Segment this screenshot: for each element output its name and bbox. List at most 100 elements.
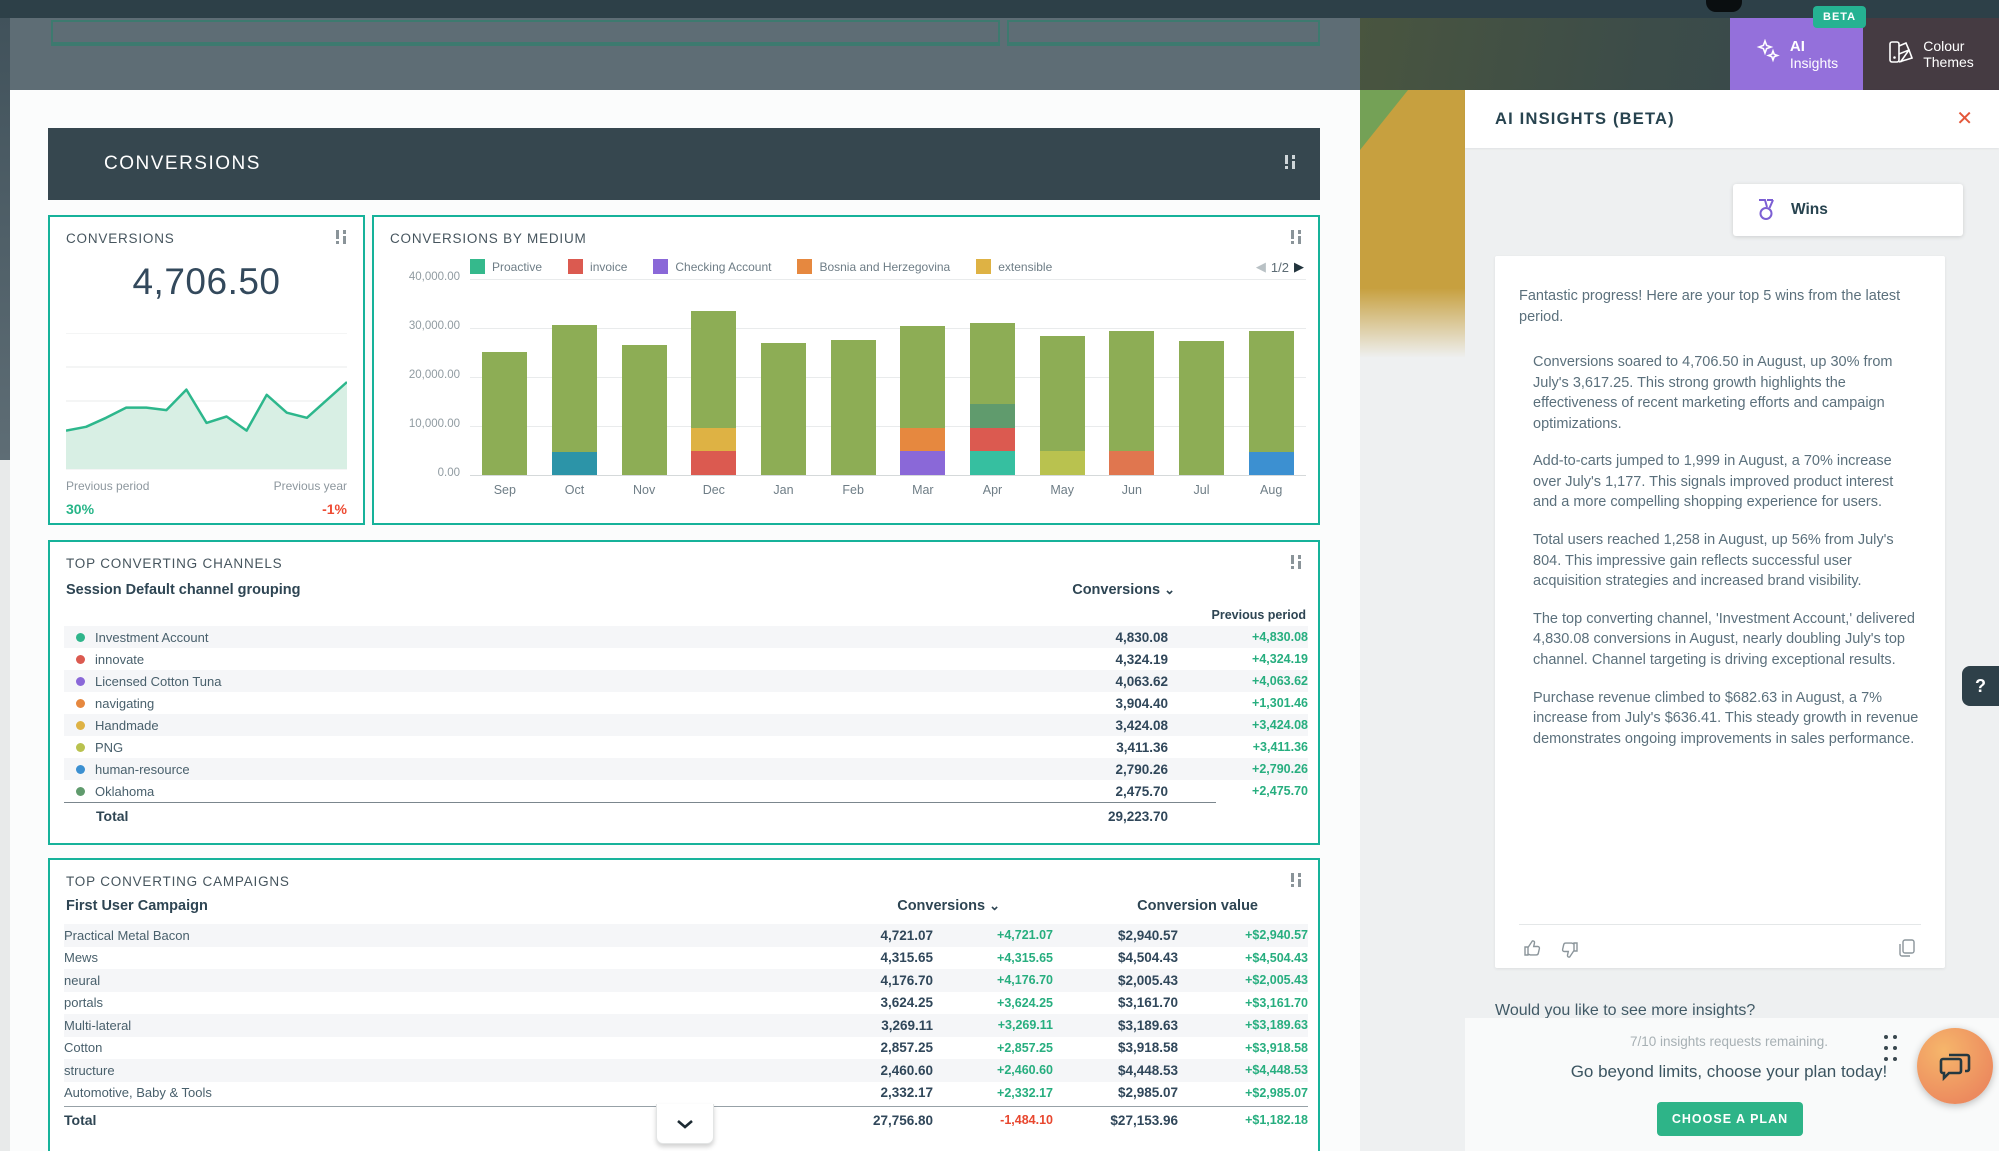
- stacked-bar-dec[interactable]: [691, 311, 736, 475]
- insight-divider: [1519, 924, 1921, 925]
- bar-segment: [970, 428, 1015, 452]
- card-menu-icon[interactable]: [1290, 554, 1304, 575]
- x-tick-label: Jun: [1097, 483, 1167, 497]
- channel-delta: +4,324.19: [1168, 652, 1308, 666]
- insight-card: Fantastic progress! Here are your top 5 …: [1495, 256, 1945, 968]
- x-tick-label: Feb: [818, 483, 888, 497]
- legend-swatch: [568, 259, 583, 274]
- kpi-sparkline: [66, 333, 347, 473]
- y-axis-ticks: 40,000.0030,000.0020,000.0010,000.000.00: [374, 217, 460, 477]
- help-button[interactable]: ?: [1962, 666, 1999, 706]
- x-tick-label: Jul: [1167, 483, 1237, 497]
- campaign-name: Cotton: [64, 1040, 818, 1055]
- requests-remaining-text: 7/10 insights requests remaining.: [1465, 1034, 1993, 1049]
- insight-paragraph: Purchase revenue climbed to $682.63 in A…: [1533, 688, 1919, 750]
- prev-period-label: Previous period: [66, 479, 149, 493]
- campaign-row: Multi-lateral3,269.11+3,269.11$3,189.63+…: [64, 1014, 1308, 1037]
- campaign-value: $2,005.43: [1053, 973, 1178, 988]
- campaign-conversions-delta: +3,624.25: [933, 996, 1053, 1010]
- thumbs-down-icon[interactable]: [1559, 940, 1579, 965]
- legend-item[interactable]: invoice: [568, 259, 627, 274]
- insight-paragraphs: Conversions soared to 4,706.50 in August…: [1533, 352, 1919, 766]
- channel-row: Investment Account4,830.08+4,830.08: [64, 626, 1308, 648]
- channel-name: Handmade: [95, 718, 159, 733]
- stacked-bar-apr[interactable]: [970, 323, 1015, 475]
- expand-table-button[interactable]: [656, 1104, 714, 1144]
- stacked-bar-nov[interactable]: [622, 345, 667, 475]
- stacked-bar-jun[interactable]: [1109, 331, 1154, 476]
- card-menu-icon[interactable]: [335, 229, 349, 250]
- card-menu-icon[interactable]: [1290, 872, 1304, 893]
- wins-chip[interactable]: Wins: [1733, 184, 1963, 236]
- drag-handle[interactable]: [1884, 1035, 1900, 1063]
- campaigns-conversions-sort[interactable]: Conversions ⌄: [897, 898, 1000, 914]
- background-art-column: [1360, 90, 1465, 1151]
- channel-name: innovate: [95, 652, 144, 667]
- medium-legend: Proactive invoice Checking Account Bosnia a…: [470, 259, 1078, 274]
- channel-conversions: 4,063.62: [1018, 674, 1168, 689]
- card-menu-icon[interactable]: [1290, 229, 1304, 250]
- choose-a-plan-button[interactable]: CHOOSE A PLAN: [1657, 1102, 1803, 1136]
- bar-segment: [552, 325, 597, 452]
- ai-insights-panel: AI INSIGHTS (BETA) ✕ Wins Fantastic prog…: [1465, 90, 1999, 1151]
- legend-item[interactable]: Bosnia and Herzegovina: [797, 259, 950, 274]
- bar-segment: [761, 343, 806, 475]
- campaign-value-delta: +$4,504.43: [1178, 951, 1308, 965]
- channel-conversions: 4,324.19: [1018, 652, 1168, 667]
- channel-name: human-resource: [95, 762, 190, 777]
- chat-fab[interactable]: [1917, 1028, 1993, 1104]
- channel-delta: +4,830.08: [1168, 630, 1308, 644]
- campaign-row: Automotive, Baby & Tools2,332.17+2,332.1…: [64, 1082, 1308, 1105]
- channel-row: Licensed Cotton Tuna4,063.62+4,063.62: [64, 670, 1308, 692]
- legend-item[interactable]: extensible: [976, 259, 1052, 274]
- beta-badge: BETA: [1813, 6, 1866, 28]
- campaign-conversions-delta: +4,721.07: [933, 928, 1053, 942]
- legend-next-icon[interactable]: ▶: [1294, 259, 1304, 275]
- stacked-bar-may[interactable]: [1040, 336, 1085, 475]
- channels-total-divider: [64, 802, 1216, 803]
- channel-name: navigating: [95, 696, 154, 711]
- bar-segment: [831, 340, 876, 475]
- colour-themes-button[interactable]: Colour Themes: [1863, 18, 1999, 90]
- ai-panel-footer: 7/10 insights requests remaining. Go bey…: [1465, 1018, 1999, 1151]
- channels-rows: Investment Account4,830.08+4,830.08 innov…: [64, 626, 1308, 802]
- stacked-bar-plot: [470, 279, 1306, 475]
- thumbs-up-icon[interactable]: [1523, 938, 1543, 963]
- channel-dot: [76, 677, 85, 686]
- copy-icon[interactable]: [1897, 938, 1917, 963]
- campaign-value-delta: +$2,940.57: [1178, 928, 1308, 942]
- stacked-bar-jan[interactable]: [761, 343, 806, 475]
- top-window-bar: [0, 0, 1999, 18]
- bar-segment: [691, 451, 736, 476]
- legend-prev-icon[interactable]: ◀: [1256, 259, 1266, 275]
- stacked-bar-jul[interactable]: [1179, 341, 1224, 475]
- stacked-bar-aug[interactable]: [1249, 331, 1294, 475]
- bar-segment: [622, 345, 667, 475]
- channel-dot: [76, 655, 85, 664]
- channels-conversions-sort[interactable]: Conversions ⌄: [1072, 582, 1175, 598]
- upsell-text: Go beyond limits, choose your plan today…: [1465, 1062, 1993, 1082]
- channels-total-label: Total: [64, 808, 1018, 824]
- colour-themes-label-1: Colour: [1923, 38, 1974, 54]
- campaign-name: Multi-lateral: [64, 1018, 818, 1033]
- bar-segment: [1040, 336, 1085, 451]
- stacked-bar-mar[interactable]: [900, 326, 945, 475]
- campaign-conversions-delta: +3,269.11: [933, 1018, 1053, 1032]
- medal-icon: [1755, 198, 1777, 222]
- bar-segment: [900, 326, 945, 427]
- section-menu-icon[interactable]: [1284, 154, 1298, 175]
- sparkle-icon: [1755, 39, 1781, 70]
- legend-item[interactable]: Proactive: [470, 259, 542, 274]
- close-icon[interactable]: ✕: [1956, 106, 1973, 131]
- ai-insights-button[interactable]: AI Insights: [1730, 18, 1863, 90]
- bar-segment: [1109, 331, 1154, 452]
- stacked-bar-oct[interactable]: [552, 325, 597, 475]
- channels-dimension-header: Session Default channel grouping: [66, 582, 300, 598]
- channel-dot: [76, 765, 85, 774]
- stacked-bar-sep[interactable]: [482, 352, 527, 476]
- bar-segment: [1040, 451, 1085, 476]
- stacked-bar-feb[interactable]: [831, 340, 876, 475]
- insight-intro: Fantastic progress! Here are your top 5 …: [1519, 286, 1921, 327]
- top-converting-channels-card: TOP CONVERTING CHANNELS Session Default …: [48, 540, 1320, 845]
- legend-item[interactable]: Checking Account: [653, 259, 771, 274]
